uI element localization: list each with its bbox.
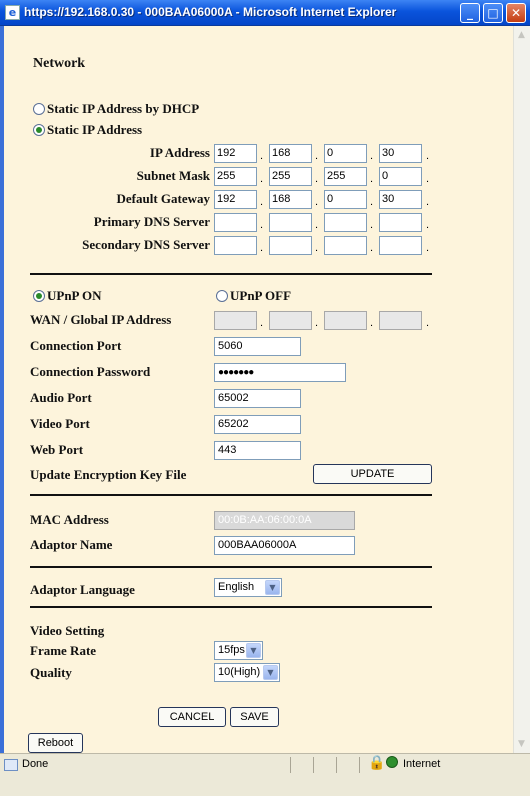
mac-address-label: MAC Address bbox=[30, 512, 109, 527]
wan-octet-4 bbox=[379, 311, 422, 330]
gateway-octet-2[interactable]: 168 bbox=[269, 190, 312, 209]
quality-select[interactable]: 10(High) ▼ bbox=[214, 663, 280, 682]
default-gateway-label: Default Gateway bbox=[116, 191, 210, 206]
frame-rate-label: Frame Rate bbox=[30, 643, 97, 658]
dns2-octet-2[interactable] bbox=[269, 236, 312, 255]
status-divider bbox=[290, 757, 291, 773]
gateway-octet-3[interactable]: 0 bbox=[324, 190, 367, 209]
page-done-icon bbox=[4, 759, 18, 771]
page-title: Network bbox=[33, 56, 86, 71]
status-text: Done bbox=[22, 758, 49, 770]
close-button[interactable]: ✕ bbox=[506, 3, 526, 23]
maximize-button[interactable]: □ bbox=[483, 3, 503, 23]
update-button[interactable]: UPDATE bbox=[313, 464, 432, 484]
ip-octet-1[interactable]: 192 bbox=[214, 144, 257, 163]
connection-port-label: Connection Port bbox=[30, 338, 122, 353]
dns1-octet-4[interactable] bbox=[379, 213, 422, 232]
scroll-up-icon[interactable]: ▲ bbox=[513, 27, 530, 44]
minimize-button[interactable]: _ bbox=[460, 3, 480, 23]
dhcp-label: Static IP Address by DHCP bbox=[47, 101, 200, 116]
connection-port-input[interactable]: 5060 bbox=[214, 337, 301, 356]
audio-port-label: Audio Port bbox=[30, 390, 92, 405]
frame-rate-select[interactable]: 15fps ▼ bbox=[214, 641, 263, 660]
quality-label: Quality bbox=[30, 665, 72, 680]
encryption-key-label: Update Encryption Key File bbox=[30, 467, 187, 482]
section-divider bbox=[30, 494, 432, 496]
quality-value: 10(High) bbox=[218, 666, 261, 678]
chevron-down-icon: ▼ bbox=[246, 643, 261, 658]
ip-octet-2[interactable]: 168 bbox=[269, 144, 312, 163]
connection-password-input[interactable]: ●●●●●●● bbox=[214, 363, 346, 382]
chevron-down-icon: ▼ bbox=[263, 665, 278, 680]
subnet-octet-1[interactable]: 255 bbox=[214, 167, 257, 186]
secondary-dns-label: Secondary DNS Server bbox=[82, 237, 210, 252]
adaptor-language-label: Adaptor Language bbox=[30, 582, 135, 597]
adaptor-name-input[interactable]: 000BAA06000A bbox=[214, 536, 355, 555]
ip-address-label: IP Address bbox=[149, 145, 210, 160]
dns2-octet-4[interactable] bbox=[379, 236, 422, 255]
adaptor-language-select[interactable]: English ▼ bbox=[214, 578, 282, 597]
adaptor-name-label: Adaptor Name bbox=[30, 537, 113, 552]
video-port-input[interactable]: 65202 bbox=[214, 415, 301, 434]
vertical-scrollbar[interactable] bbox=[513, 26, 530, 753]
dns2-octet-3[interactable] bbox=[324, 236, 367, 255]
reboot-button[interactable]: Reboot bbox=[28, 733, 83, 753]
status-bar bbox=[0, 753, 530, 796]
dns2-octet-1[interactable] bbox=[214, 236, 257, 255]
upnp-off-radio[interactable] bbox=[216, 290, 228, 302]
dhcp-radio[interactable] bbox=[33, 103, 45, 115]
wan-ip-label: WAN / Global IP Address bbox=[30, 312, 172, 327]
primary-dns-label: Primary DNS Server bbox=[93, 214, 210, 229]
security-zone-text: Internet bbox=[403, 758, 441, 770]
subnet-mask-label: Subnet Mask bbox=[136, 168, 210, 183]
dns1-octet-1[interactable] bbox=[214, 213, 257, 232]
save-button[interactable]: SAVE bbox=[230, 707, 279, 727]
cancel-button[interactable]: CANCEL bbox=[158, 707, 226, 727]
audio-port-input[interactable]: 65002 bbox=[214, 389, 301, 408]
subnet-octet-3[interactable]: 255 bbox=[324, 167, 367, 186]
status-divider bbox=[336, 757, 337, 773]
dns1-octet-3[interactable] bbox=[324, 213, 367, 232]
mac-address-field: 00:0B:AA:06:00:0A bbox=[214, 511, 355, 530]
ip-octet-4[interactable]: 30 bbox=[379, 144, 422, 163]
subnet-octet-4[interactable]: 0 bbox=[379, 167, 422, 186]
gateway-octet-4[interactable]: 30 bbox=[379, 190, 422, 209]
upnp-on-label: UPnP ON bbox=[47, 288, 102, 303]
section-divider bbox=[30, 566, 432, 568]
wan-octet-2 bbox=[269, 311, 312, 330]
web-port-input[interactable]: 443 bbox=[214, 441, 301, 460]
upnp-off-label: UPnP OFF bbox=[230, 288, 292, 303]
frame-rate-value: 15fps bbox=[218, 644, 245, 656]
chevron-down-icon: ▼ bbox=[265, 580, 280, 595]
wan-octet-1 bbox=[214, 311, 257, 330]
video-port-label: Video Port bbox=[30, 416, 90, 431]
status-divider bbox=[313, 757, 314, 773]
upnp-on-radio[interactable] bbox=[33, 290, 45, 302]
section-divider bbox=[30, 273, 432, 275]
gateway-octet-1[interactable]: 192 bbox=[214, 190, 257, 209]
static-ip-radio[interactable] bbox=[33, 124, 45, 136]
connection-password-label: Connection Password bbox=[30, 364, 151, 379]
ie-page-icon: e bbox=[5, 5, 20, 20]
globe-icon bbox=[386, 756, 398, 768]
video-setting-heading: Video Setting bbox=[30, 623, 105, 638]
subnet-octet-2[interactable]: 255 bbox=[269, 167, 312, 186]
scroll-down-icon[interactable]: ▼ bbox=[513, 736, 530, 753]
window-title: https://192.168.0.30 - 000BAA06000A - Mi… bbox=[24, 5, 397, 19]
dns1-octet-2[interactable] bbox=[269, 213, 312, 232]
ip-octet-3[interactable]: 0 bbox=[324, 144, 367, 163]
adaptor-language-value: English bbox=[218, 581, 255, 593]
web-port-label: Web Port bbox=[30, 442, 84, 457]
static-ip-label: Static IP Address bbox=[47, 122, 143, 137]
lock-icon[interactable]: 🔒 bbox=[368, 755, 385, 771]
wan-octet-3 bbox=[324, 311, 367, 330]
status-divider bbox=[359, 757, 360, 773]
section-divider bbox=[30, 606, 432, 608]
